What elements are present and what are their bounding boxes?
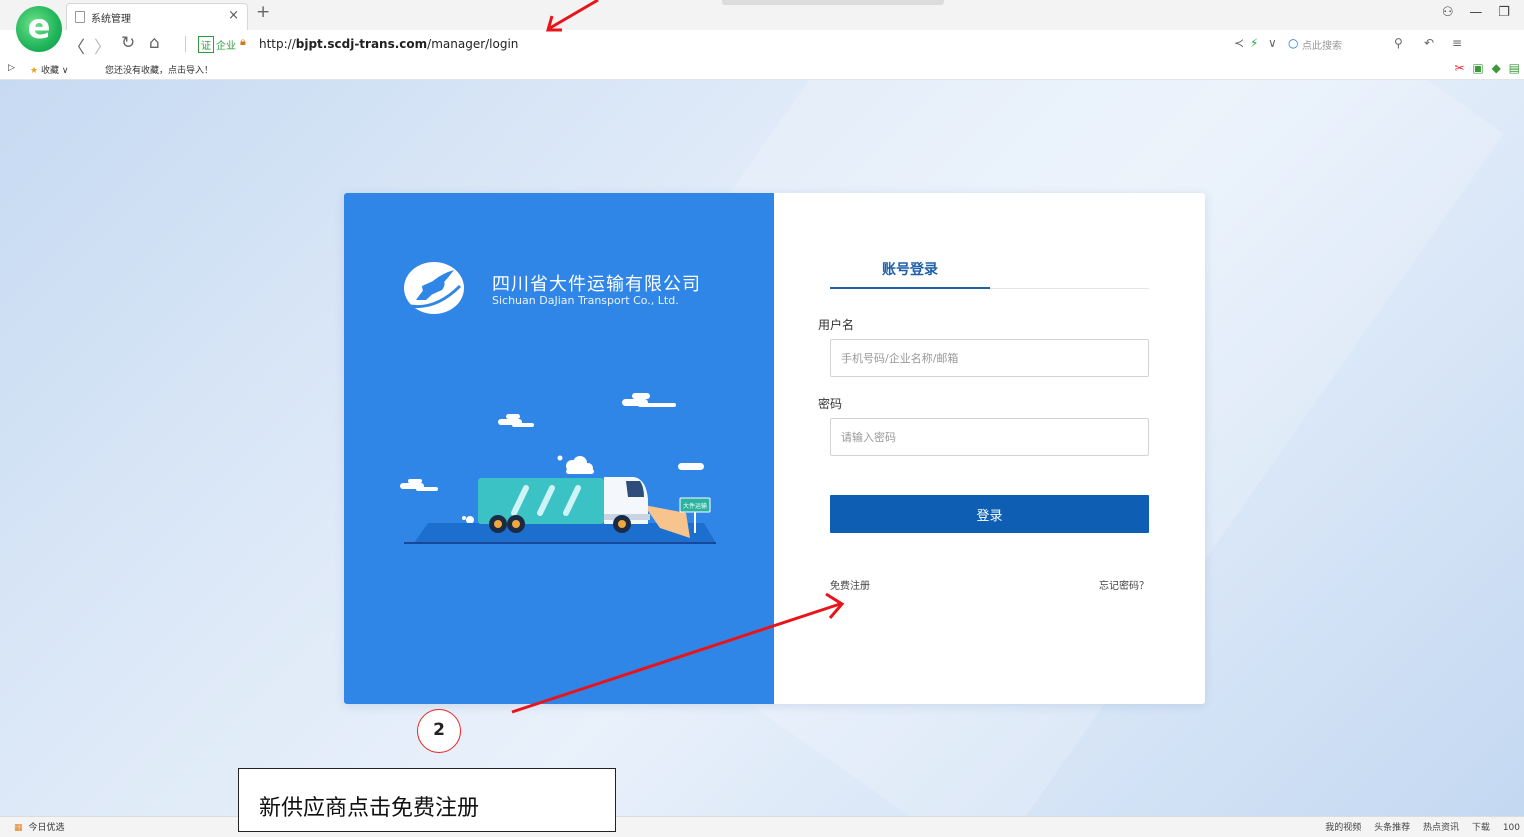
back-button[interactable]: 〈 [68, 33, 85, 58]
free-register-link[interactable]: 免费注册 [830, 577, 870, 592]
company-name-en: Sichuan DaJian Transport Co., Ltd. [492, 294, 679, 307]
browser-tab-active[interactable]: 系统管理 × [66, 3, 248, 30]
forgot-password-link[interactable]: 忘记密码？ [1099, 577, 1149, 592]
password-field[interactable] [830, 418, 1149, 456]
login-card: 四川省大件运输有限公司 Sichuan DaJian Transport Co.… [344, 193, 1205, 704]
maximize-button[interactable]: ❐ [1492, 5, 1516, 20]
enterprise-cert-badge[interactable]: 证企业 [198, 36, 236, 53]
browser-logo-icon[interactable] [16, 6, 62, 52]
star-icon: ★ [30, 66, 39, 76]
search-engine-icon[interactable]: ○ [1288, 36, 1298, 50]
login-page: 四川省大件运输有限公司 Sichuan DaJian Transport Co.… [0, 80, 1524, 816]
tab-close-icon[interactable]: × [228, 8, 239, 23]
extension-icons: ✂ ▣ ◆ ▤ [1451, 61, 1520, 75]
step-number-badge: 2 [417, 709, 461, 753]
minimize-button[interactable]: — [1464, 5, 1488, 20]
gift-icon: ▦ [14, 823, 23, 833]
password-label: 密码 [818, 397, 843, 411]
shield-icon[interactable]: ◆ [1492, 61, 1501, 75]
lightning-icon[interactable]: ⚡︎ [1250, 36, 1258, 50]
tab-drag-indicator [722, 0, 944, 5]
download-item[interactable]: 下载 [1472, 823, 1490, 833]
forward-button[interactable]: 〉 [94, 33, 111, 58]
nav-divider [185, 36, 186, 52]
browser-status-bar: ▦ 今日优选 我的视频 头条推荐 热点资讯 下载 100 [0, 816, 1524, 837]
url-path: /manager/login [427, 37, 519, 51]
sidebar-toggle-icon[interactable]: ▷ [8, 63, 15, 73]
hot-news-item[interactable]: 热点资讯 [1423, 823, 1459, 833]
tab-active-indicator [830, 287, 990, 289]
annotation-caption-box: 新供应商点击免费注册 [238, 768, 616, 832]
chevron-down-icon[interactable]: ∨ [1268, 36, 1277, 50]
login-button[interactable]: 登录 [830, 495, 1149, 533]
import-favorites-link[interactable]: 您还没有收藏，点击导入！ [105, 63, 213, 76]
home-button[interactable]: ⌂ [149, 33, 160, 53]
username-label: 用户名 [818, 318, 855, 332]
company-logo-icon [404, 262, 464, 314]
zoom-level[interactable]: 100 [1503, 823, 1520, 833]
scissors-icon[interactable]: ✂ [1455, 61, 1465, 75]
company-name-cn: 四川省大件运输有限公司 [492, 274, 701, 295]
skin-icon[interactable]: ⚇ [1436, 5, 1460, 20]
url-host: bjpt.scdj-trans.com [295, 37, 428, 51]
favorites-label: 收藏 [40, 66, 59, 76]
search-icon[interactable]: ⚲ [1394, 36, 1403, 50]
brand-panel: 四川省大件运输有限公司 Sichuan DaJian Transport Co.… [344, 193, 774, 704]
tab-title: 系统管理 [91, 14, 131, 25]
headline-item[interactable]: 头条推荐 [1374, 823, 1410, 833]
address-bar[interactable]: http://bjpt.scdj-trans.com/manager/login [259, 37, 518, 51]
new-tab-button[interactable]: + [256, 2, 270, 22]
tab-account-login[interactable]: 账号登录 [830, 259, 990, 279]
truck-sign-text: 大件运输 [683, 502, 707, 510]
cert-label: 企业 [216, 41, 236, 52]
favorites-bar: ▷ ★ 收藏 ∨ 您还没有收藏，点击导入！ ✂ ▣ ◆ ▤ [0, 58, 1524, 80]
favorites-menu[interactable]: ★ 收藏 ∨ [30, 63, 68, 76]
menu-icon[interactable]: ≡ [1452, 36, 1462, 50]
annotation-caption: 新供应商点击免费注册 [259, 796, 480, 821]
share-icon[interactable]: ≺ [1234, 36, 1244, 50]
chat-icon[interactable]: ▤ [1509, 61, 1520, 75]
username-field[interactable] [830, 339, 1149, 377]
search-input[interactable]: 点此搜索 [1302, 37, 1342, 52]
browser-nav-bar: 〈 〉 ↻ ⌂ 证企业 🔒︎ http://bjpt.scdj-trans.co… [0, 30, 1524, 58]
lock-icon: 🔒︎ [240, 35, 246, 48]
window-controls: ⚇ — ❐ [1436, 5, 1516, 20]
cert-icon: 证 [198, 36, 214, 53]
my-video-item[interactable]: 我的视频 [1325, 823, 1361, 833]
nav-right-tools: ≺ ⚡︎ ∨ ○ 点此搜索 ⚲ ↶ ≡ [1234, 30, 1524, 58]
page-icon [75, 11, 85, 23]
daily-picks-label: 今日优选 [28, 823, 65, 833]
status-tools: 我的视频 头条推荐 热点资讯 下载 100 [1315, 820, 1520, 833]
translate-icon[interactable]: ▣ [1472, 61, 1483, 75]
url-prefix: http:// [259, 37, 296, 51]
undo-icon[interactable]: ↶ [1424, 36, 1434, 50]
truck-illustration: 大件运输 [400, 393, 716, 544]
daily-picks[interactable]: ▦ 今日优选 [14, 820, 65, 833]
browser-tab-bar: 系统管理 × + ⚇ — ❐ [0, 0, 1524, 30]
refresh-button[interactable]: ↻ [121, 33, 135, 53]
login-form-panel: 账号登录 用户名 密码 登录 免费注册 忘记密码？ [774, 193, 1205, 704]
